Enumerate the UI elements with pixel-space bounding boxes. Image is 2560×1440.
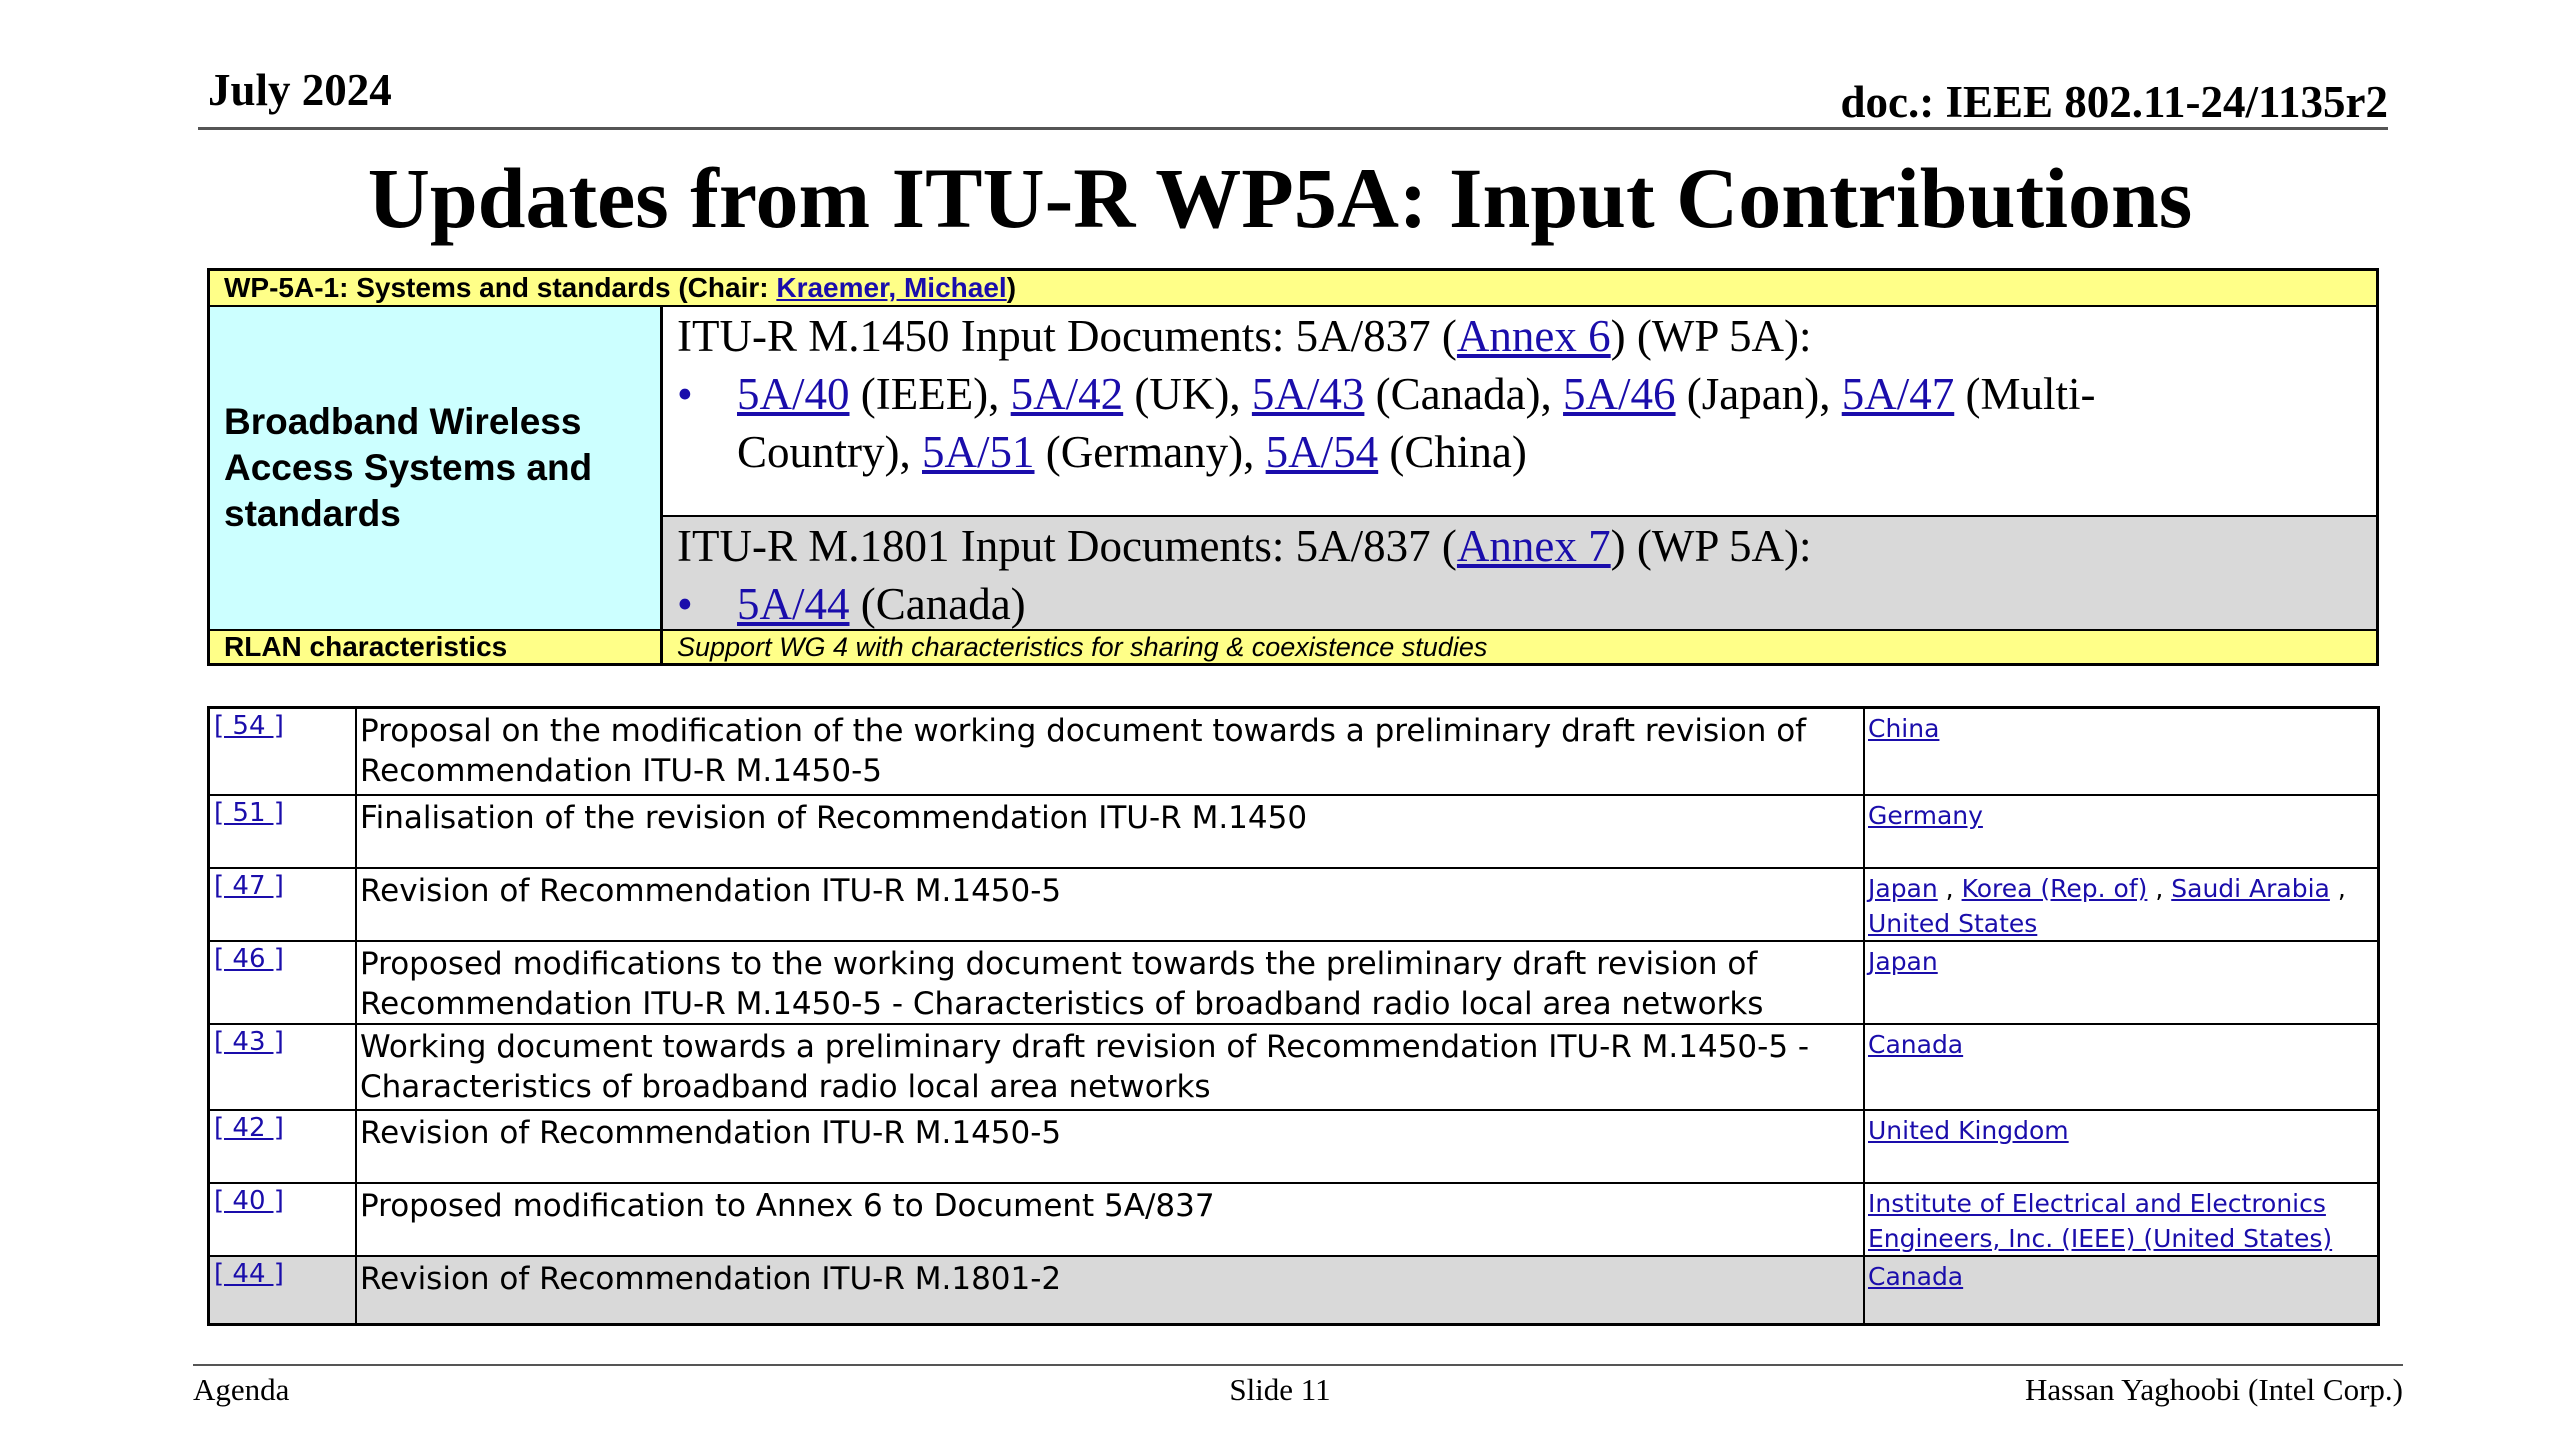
m1801-heading: ITU-R M.1801 Input Documents: 5A/837 (An… — [677, 517, 2376, 575]
m1801-doc-list: • 5A/44 (Canada) — [677, 575, 2376, 633]
m1450-heading-suffix: ) (WP 5A): — [1610, 311, 1812, 361]
source-link[interactable]: Saudi Arabia — [2171, 874, 2330, 903]
m1450-cell: ITU-R M.1450 Input Documents: 5A/837 (An… — [663, 307, 2376, 517]
contribution-sources: Canada — [1868, 1027, 2369, 1062]
bwa-label: Broadband Wireless Access Systems and st… — [224, 401, 593, 534]
table-row: [ 43 ] Working document towards a prelim… — [210, 1025, 2377, 1111]
doc-source: (Multi- — [1954, 369, 2096, 419]
source-link[interactable]: Germany — [1868, 801, 1983, 830]
doc-link-5a-54[interactable]: 5A/54 — [1266, 427, 1379, 477]
contribution-sources: China — [1868, 711, 2369, 746]
contribution-title: Revision of Recommendation ITU-R M.1801-… — [360, 1261, 1062, 1297]
contribution-title: Proposal on the modification of the work… — [360, 713, 1807, 789]
slide-title: Updates from ITU-R WP5A: Input Contribut… — [367, 150, 2193, 246]
table-row: [ 47 ] Revision of Recommendation ITU-R … — [210, 869, 2377, 942]
doc-link-5a-46[interactable]: 5A/46 — [1563, 369, 1676, 419]
contribution-title: Working document towards a preliminary d… — [360, 1029, 1810, 1105]
column-divider — [1863, 709, 1865, 1323]
doc-source: (Canada) — [849, 579, 1026, 629]
doc-link-5a-47[interactable]: 5A/47 — [1842, 369, 1955, 419]
table-row: [ 46 ] Proposed modifications to the wor… — [210, 942, 2377, 1025]
table-header-suffix: ) — [1006, 272, 1017, 303]
m1450-heading-text: ITU-R M.1450 Input Documents: 5A/837 ( — [677, 311, 1457, 361]
rlan-description: Support WG 4 with characteristics for sh… — [663, 631, 2376, 663]
doc-source: (Germany), — [1034, 427, 1266, 477]
source-link[interactable]: Institute of Electrical and Electronics … — [1868, 1189, 2332, 1253]
contribution-sources: Germany — [1868, 798, 2369, 833]
doc-link-5a-40[interactable]: 5A/40 — [737, 369, 850, 419]
m1801-heading-text: ITU-R M.1801 Input Documents: 5A/837 ( — [677, 521, 1457, 571]
source-link[interactable]: Japan — [1868, 947, 1938, 976]
contribution-title: Revision of Recommendation ITU-R M.1450-… — [360, 873, 1062, 909]
contribution-sources: Japan , Korea (Rep. of) , Saudi Arabia ,… — [1868, 874, 2346, 938]
doc-link-5a-44[interactable]: 5A/44 — [737, 579, 850, 629]
doc-link-5a-51[interactable]: 5A/51 — [922, 427, 1035, 477]
source-link[interactable]: United States — [1868, 909, 2037, 938]
source-link[interactable]: Korea (Rep. of) — [1962, 874, 2148, 903]
m1801-heading-suffix: ) (WP 5A): — [1610, 521, 1812, 571]
contribution-number-link[interactable]: [ 40 ] — [214, 1186, 284, 1216]
table-header-text: WP-5A-1: Systems and standards (Chair: — [224, 272, 777, 303]
table-header-row: WP-5A-1: Systems and standards (Chair: K… — [210, 271, 2376, 307]
column-divider — [355, 709, 357, 1323]
table-row: [ 40 ] Proposed modification to Annex 6 … — [210, 1184, 2377, 1257]
table-row: [ 44 ] Revision of Recommendation ITU-R … — [210, 1257, 2377, 1323]
contribution-number-link[interactable]: [ 54 ] — [214, 711, 284, 741]
footer-author: Hassan Yaghoobi (Intel Corp.) — [2025, 1372, 2403, 1407]
contribution-title: Proposed modification to Annex 6 to Docu… — [360, 1188, 1215, 1224]
contribution-number-link[interactable]: [ 47 ] — [214, 871, 284, 901]
contribution-sources: Canada — [1868, 1259, 2369, 1294]
source-link[interactable]: China — [1868, 714, 1939, 743]
table-row: [ 51 ] Finalisation of the revision of R… — [210, 796, 2377, 869]
m1450-heading: ITU-R M.1450 Input Documents: 5A/837 (An… — [677, 307, 2376, 365]
source-link[interactable]: Canada — [1868, 1262, 1963, 1291]
contribution-number-link[interactable]: [ 42 ] — [214, 1113, 284, 1143]
wp5a-summary-table: WP-5A-1: Systems and standards (Chair: K… — [207, 268, 2379, 666]
contribution-title: Proposed modifications to the working do… — [360, 946, 1764, 1022]
source-link[interactable]: United Kingdom — [1868, 1116, 2069, 1145]
contribution-number-link[interactable]: [ 46 ] — [214, 944, 284, 974]
bullet-icon: • — [677, 369, 693, 419]
table-row: [ 42 ] Revision of Recommendation ITU-R … — [210, 1111, 2377, 1184]
contribution-sources: United Kingdom — [1868, 1113, 2369, 1148]
header-rule — [198, 127, 2388, 130]
contribution-number-link[interactable]: [ 51 ] — [214, 798, 284, 828]
doc-link-5a-43[interactable]: 5A/43 — [1252, 369, 1365, 419]
table-row: [ 54 ] Proposal on the modification of t… — [210, 709, 2377, 796]
footer-rule — [193, 1364, 2403, 1366]
doc-link-5a-42[interactable]: 5A/42 — [1011, 369, 1124, 419]
source-link[interactable]: Canada — [1868, 1030, 1963, 1059]
doc-source: Country), — [737, 427, 922, 477]
header-date: July 2024 — [208, 65, 392, 115]
doc-source: (IEEE), — [849, 369, 1011, 419]
contribution-title: Finalisation of the revision of Recommen… — [360, 800, 1308, 836]
chair-link[interactable]: Kraemer, Michael — [776, 272, 1006, 303]
bwa-label-cell: Broadband Wireless Access Systems and st… — [210, 307, 663, 631]
doc-source: (China) — [1378, 427, 1527, 477]
doc-source: (UK), — [1123, 369, 1252, 419]
m1450-doc-list: • 5A/40 (IEEE), 5A/42 (UK), 5A/43 (Canad… — [677, 365, 2376, 481]
doc-source: (Canada), — [1364, 369, 1564, 419]
contribution-number-link[interactable]: [ 43 ] — [214, 1027, 284, 1057]
contributions-table: [ 54 ] Proposal on the modification of t… — [207, 706, 2380, 1326]
doc-source: (Japan), — [1675, 369, 1842, 419]
source-link[interactable]: Japan — [1868, 874, 1938, 903]
m1801-cell: ITU-R M.1801 Input Documents: 5A/837 (An… — [663, 517, 2376, 631]
contribution-sources: Institute of Electrical and Electronics … — [1868, 1186, 2369, 1256]
contribution-title: Revision of Recommendation ITU-R M.1450-… — [360, 1115, 1062, 1151]
rlan-label: RLAN characteristics — [210, 631, 663, 663]
contribution-number-link[interactable]: [ 44 ] — [214, 1259, 284, 1289]
bullet-icon: • — [677, 579, 693, 629]
header-doc-id: doc.: IEEE 802.11-24/1135r2 — [1840, 77, 2388, 127]
annex-6-link[interactable]: Annex 6 — [1457, 311, 1611, 361]
annex-7-link[interactable]: Annex 7 — [1457, 521, 1611, 571]
contribution-sources: Japan — [1868, 944, 2369, 979]
